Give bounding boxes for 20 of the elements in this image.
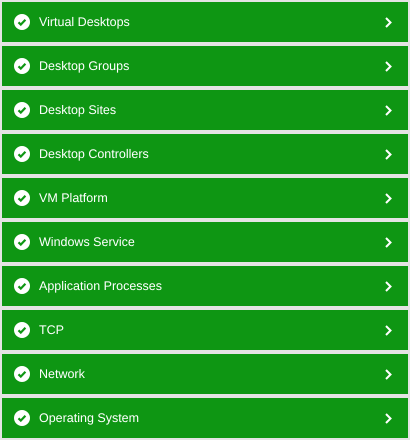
chevron-right-icon[interactable] [385,148,392,160]
check-circle-icon [14,146,30,162]
chevron-right-icon[interactable] [385,324,392,336]
chevron-right-icon[interactable] [385,368,392,380]
check-circle-icon [14,190,30,206]
check-circle-icon [14,58,30,74]
chevron-right-icon[interactable] [385,412,392,424]
chevron-right-icon[interactable] [385,280,392,292]
check-circle-icon [14,410,30,426]
chevron-right-icon[interactable] [385,16,392,28]
check-circle-icon [14,278,30,294]
chevron-right-icon[interactable] [385,192,392,204]
chevron-right-icon[interactable] [385,236,392,248]
chevron-right-icon[interactable] [385,60,392,72]
check-circle-icon [14,366,30,382]
chevron-right-icon[interactable] [385,104,392,116]
check-circle-icon [14,14,30,30]
check-circle-icon [14,322,30,338]
check-circle-icon [14,102,30,118]
check-circle-icon [14,234,30,250]
